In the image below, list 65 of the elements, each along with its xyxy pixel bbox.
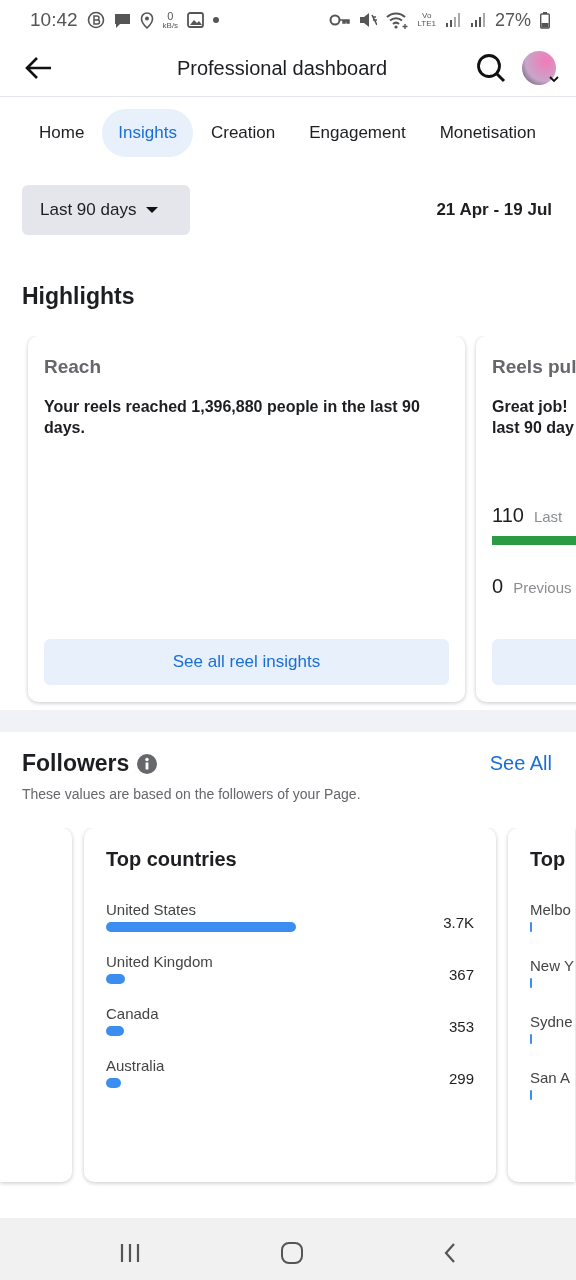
see-all-link[interactable]: See All	[489, 752, 552, 775]
period-label: Previous	[513, 579, 572, 596]
tab[interactable]: Monetisation	[423, 109, 552, 157]
period-label: Last	[533, 508, 563, 525]
date-range-text: 21 Apr - 19 Jul	[436, 200, 553, 220]
tab[interactable]: Home	[23, 109, 101, 157]
bar	[106, 1078, 122, 1088]
dot-icon	[213, 17, 220, 23]
tab[interactable]: Insights	[102, 109, 193, 157]
follower-count: 367	[447, 966, 474, 985]
followers-note: These values are based on the followers of your Page.	[22, 786, 362, 802]
b-circle-icon	[86, 11, 105, 29]
follower-count: 299	[447, 1070, 474, 1089]
follower-count: 353	[447, 1018, 474, 1037]
signal-icon	[469, 12, 486, 28]
country-name: United States	[106, 901, 198, 918]
mute-icon	[359, 11, 378, 29]
country-name: New Y	[530, 957, 575, 974]
tab[interactable]: Creation	[194, 109, 292, 157]
clock: 10:42	[30, 9, 78, 31]
image-icon	[187, 12, 205, 28]
country-name: Australia	[106, 1057, 166, 1074]
key-icon	[329, 13, 351, 27]
speed-unit: kB/s	[162, 21, 179, 30]
follower-count: 3.7K	[442, 914, 474, 933]
home-icon	[280, 1241, 304, 1265]
bar	[106, 1026, 125, 1036]
location-icon	[139, 11, 154, 29]
speed-value: 0	[167, 10, 174, 22]
date-range-dropdown[interactable]: Last 90 days	[22, 185, 190, 235]
card-text: Great job!	[492, 397, 569, 417]
bar	[106, 974, 125, 984]
country-name: San A	[530, 1069, 572, 1086]
card-text: last 90 day	[492, 418, 575, 438]
wifi-icon	[386, 10, 409, 30]
caret-down-icon	[146, 207, 159, 213]
profile-avatar[interactable]	[522, 51, 556, 85]
tab[interactable]: Engagement	[293, 109, 422, 157]
see-insights-button[interactable]: See all reel insights	[44, 639, 449, 685]
card-title: Reels pul	[492, 356, 576, 378]
back-chevron-icon	[442, 1242, 457, 1264]
card-title: Top	[530, 848, 567, 871]
country-name: Canada	[106, 1005, 160, 1022]
signal-icon	[444, 12, 461, 28]
page-title: Professional dashboard	[175, 56, 389, 80]
country-name: Sydne	[530, 1013, 574, 1030]
search-button[interactable]	[476, 53, 506, 83]
battery-percent: 27%	[494, 9, 531, 31]
info-icon	[137, 753, 158, 774]
section-title: Followers	[22, 750, 130, 777]
country-name: United Kingdom	[106, 953, 214, 970]
battery-icon	[540, 11, 550, 29]
network-label: Vo	[422, 12, 432, 20]
country-name: Melbo	[530, 901, 572, 918]
search-icon	[476, 53, 506, 83]
network-label: LTE1	[417, 20, 436, 28]
section-title: Highlights	[22, 283, 136, 310]
recent-apps-icon	[119, 1242, 142, 1264]
card-text: Your reels reached 1,396,880 people in the last 90 days.	[44, 397, 421, 438]
message-icon	[113, 11, 131, 29]
card-title: Reach	[44, 356, 103, 378]
card-title: Top countries	[106, 848, 238, 871]
reels-count: 0	[492, 575, 504, 598]
chevron-down-icon	[549, 76, 559, 83]
reels-count: 110	[492, 504, 524, 527]
